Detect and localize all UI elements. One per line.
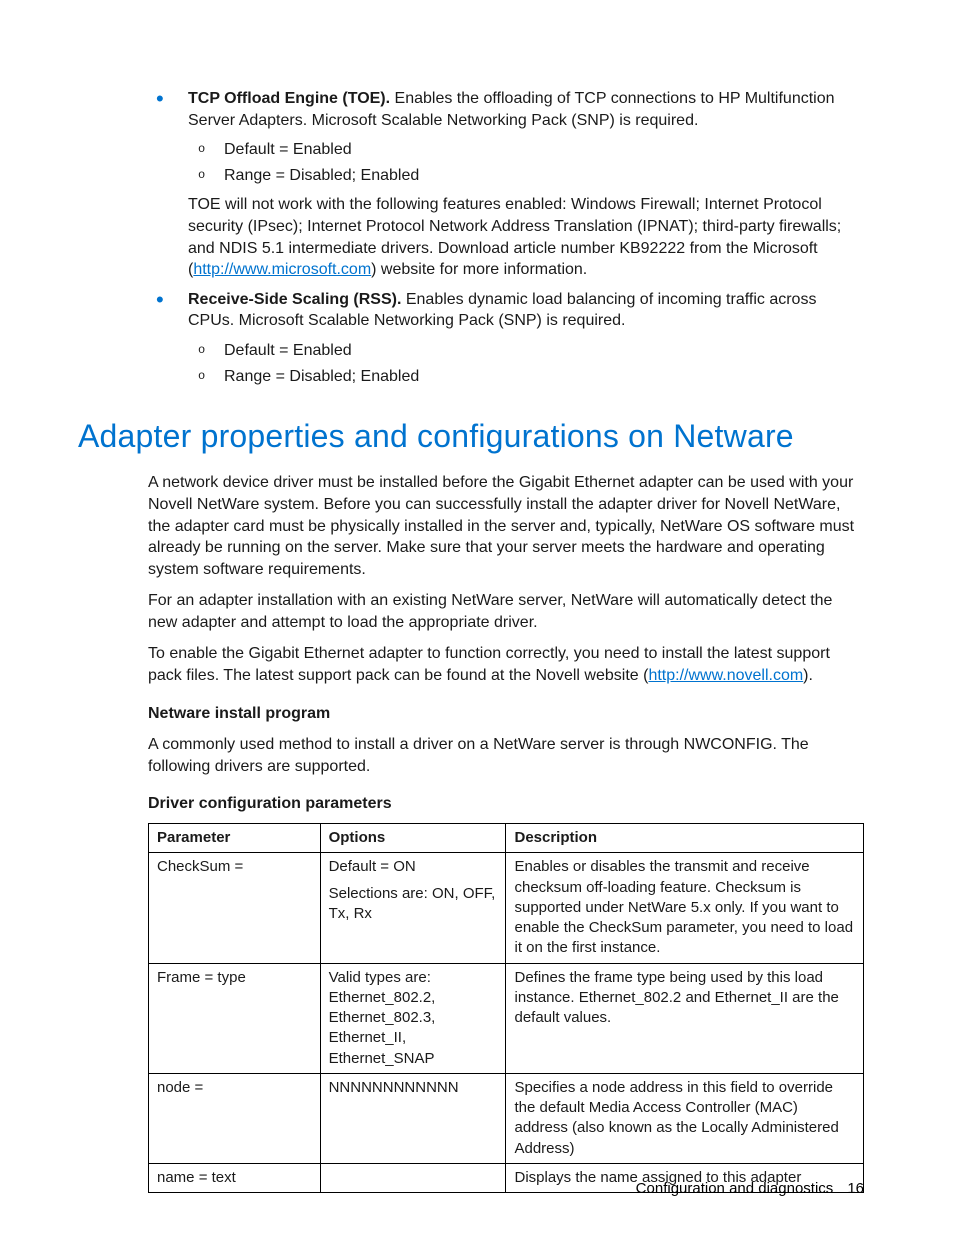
body-block: A network device driver must be installe… (148, 472, 864, 1193)
toe-sub-range: Range = Disabled; Enabled (188, 165, 864, 187)
cell-options (320, 1163, 506, 1192)
cell-desc: Defines the frame type being used by thi… (506, 963, 864, 1073)
top-bullet-list: TCP Offload Engine (TOE). Enables the of… (78, 88, 864, 387)
cell-options: NNNNNNNNNNNN (320, 1073, 506, 1163)
toe-sublist: Default = Enabled Range = Disabled; Enab… (188, 139, 864, 186)
params-table: Parameter Options Description CheckSum =… (148, 823, 864, 1193)
subhead-install: Netware install program (148, 703, 864, 725)
page-content: TCP Offload Engine (TOE). Enables the of… (78, 88, 864, 1193)
novell-link[interactable]: http://www.novell.com (648, 667, 803, 684)
opt-primary: Default = ON (329, 857, 498, 877)
section-heading: Adapter properties and configurations on… (78, 415, 864, 458)
body-p3b: ). (803, 667, 813, 684)
body-p4: A commonly used method to install a driv… (148, 734, 864, 777)
bullet-toe: TCP Offload Engine (TOE). Enables the of… (78, 88, 864, 281)
rss-sublist: Default = Enabled Range = Disabled; Enab… (188, 340, 864, 387)
toe-note: TOE will not work with the following fea… (188, 194, 864, 280)
table-row: Frame = type Valid types are: Ethernet_8… (149, 963, 864, 1073)
table-row: node = NNNNNNNNNNNN Specifies a node add… (149, 1073, 864, 1163)
footer-section: Configuration and diagnostics (636, 1180, 834, 1197)
opt-secondary: Selections are: ON, OFF, Tx, Rx (329, 884, 498, 925)
body-p3: To enable the Gigabit Ethernet adapter t… (148, 643, 864, 686)
cell-param: node = (149, 1073, 321, 1163)
body-p1: A network device driver must be installe… (148, 472, 864, 580)
cell-param: name = text (149, 1163, 321, 1192)
toe-title: TCP Offload Engine (TOE). (188, 90, 390, 107)
bullet-rss: Receive-Side Scaling (RSS). Enables dyna… (78, 289, 864, 387)
cell-param: Frame = type (149, 963, 321, 1073)
document-page: TCP Offload Engine (TOE). Enables the of… (0, 0, 954, 1235)
cell-param: CheckSum = (149, 853, 321, 963)
microsoft-link[interactable]: http://www.microsoft.com (193, 261, 371, 278)
cell-options: Valid types are: Ethernet_802.2, Etherne… (320, 963, 506, 1073)
th-options: Options (320, 824, 506, 853)
table-header-row: Parameter Options Description (149, 824, 864, 853)
toe-sub-default: Default = Enabled (188, 139, 864, 161)
rss-sub-default: Default = Enabled (188, 340, 864, 362)
body-p2: For an adapter installation with an exis… (148, 590, 864, 633)
th-parameter: Parameter (149, 824, 321, 853)
rss-sub-range: Range = Disabled; Enabled (188, 366, 864, 388)
toe-note-b: ) website for more information. (371, 261, 587, 278)
table-row: CheckSum = Default = ON Selections are: … (149, 853, 864, 963)
page-footer: Configuration and diagnostics 16 (636, 1180, 864, 1197)
cell-desc: Enables or disables the transmit and rec… (506, 853, 864, 963)
cell-desc: Specifies a node address in this field t… (506, 1073, 864, 1163)
rss-title: Receive-Side Scaling (RSS). (188, 291, 401, 308)
subhead-params: Driver configuration parameters (148, 793, 864, 815)
footer-page-number: 16 (847, 1180, 864, 1197)
th-description: Description (506, 824, 864, 853)
cell-options: Default = ON Selections are: ON, OFF, Tx… (320, 853, 506, 963)
toe-paragraph: TCP Offload Engine (TOE). Enables the of… (188, 88, 864, 131)
rss-paragraph: Receive-Side Scaling (RSS). Enables dyna… (188, 289, 864, 332)
